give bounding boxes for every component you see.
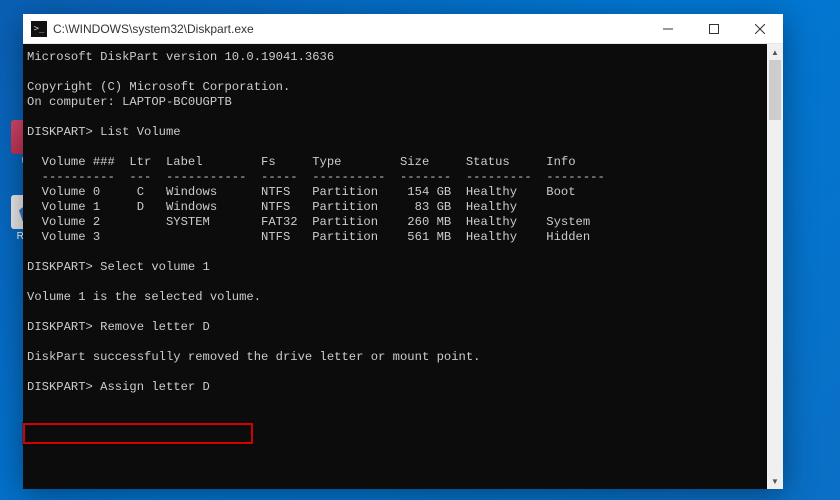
scrollbar-vertical[interactable]: ▲ ▼ xyxy=(767,44,783,489)
scroll-track[interactable] xyxy=(767,60,783,473)
close-button[interactable] xyxy=(737,14,783,43)
maximize-button[interactable] xyxy=(691,14,737,43)
console-window: >_ C:\WINDOWS\system32\Diskpart.exe Micr… xyxy=(23,14,783,489)
terminal-area: Microsoft DiskPart version 10.0.19041.36… xyxy=(23,44,783,489)
window-controls xyxy=(645,14,783,43)
titlebar[interactable]: >_ C:\WINDOWS\system32\Diskpart.exe xyxy=(23,14,783,44)
scroll-down-button[interactable]: ▼ xyxy=(767,473,783,489)
cmd-icon: >_ xyxy=(31,21,47,37)
window-title: C:\WINDOWS\system32\Diskpart.exe xyxy=(53,22,645,36)
terminal-output[interactable]: Microsoft DiskPart version 10.0.19041.36… xyxy=(23,44,767,489)
scroll-up-button[interactable]: ▲ xyxy=(767,44,783,60)
minimize-button[interactable] xyxy=(645,14,691,43)
scroll-thumb[interactable] xyxy=(769,60,781,120)
